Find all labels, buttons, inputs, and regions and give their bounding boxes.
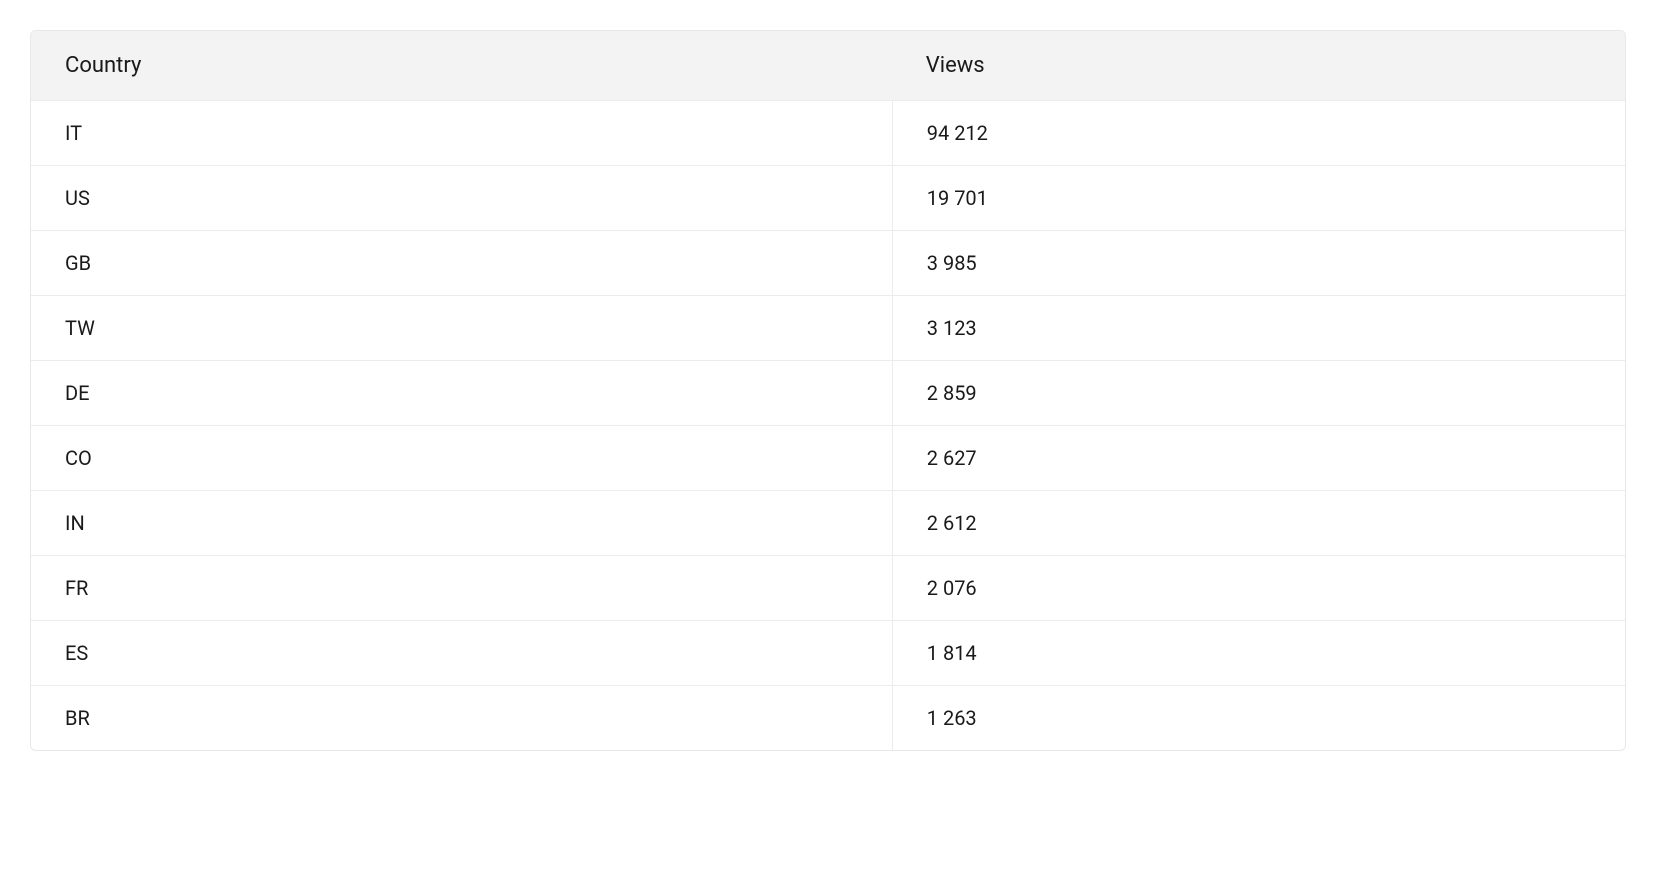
table-row: CO 2 627	[31, 425, 1625, 490]
table-row: TW 3 123	[31, 295, 1625, 360]
cell-country: IN	[31, 491, 892, 555]
cell-views: 3 985	[892, 231, 1625, 295]
cell-views: 1 263	[892, 686, 1625, 750]
cell-views: 2 627	[892, 426, 1625, 490]
cell-views: 1 814	[892, 621, 1625, 685]
cell-views: 2 612	[892, 491, 1625, 555]
cell-country: TW	[31, 296, 892, 360]
table-row: GB 3 985	[31, 230, 1625, 295]
cell-country: IT	[31, 101, 892, 165]
cell-country: BR	[31, 686, 892, 750]
table-row: IN 2 612	[31, 490, 1625, 555]
table-row: FR 2 076	[31, 555, 1625, 620]
cell-country: US	[31, 166, 892, 230]
cell-country: DE	[31, 361, 892, 425]
cell-views: 3 123	[892, 296, 1625, 360]
table-row: ES 1 814	[31, 620, 1625, 685]
table-row: DE 2 859	[31, 360, 1625, 425]
table-body: IT 94 212 US 19 701 GB 3 985 TW 3 123 DE…	[31, 100, 1625, 750]
cell-country: FR	[31, 556, 892, 620]
cell-country: ES	[31, 621, 892, 685]
cell-country: CO	[31, 426, 892, 490]
table-row: US 19 701	[31, 165, 1625, 230]
table-row: BR 1 263	[31, 685, 1625, 750]
cell-views: 2 076	[892, 556, 1625, 620]
cell-views: 94 212	[892, 101, 1625, 165]
header-country[interactable]: Country	[31, 31, 892, 100]
cell-country: GB	[31, 231, 892, 295]
table-row: IT 94 212	[31, 100, 1625, 165]
table-header: Country Views	[31, 31, 1625, 100]
cell-views: 2 859	[892, 361, 1625, 425]
cell-views: 19 701	[892, 166, 1625, 230]
country-views-table: Country Views IT 94 212 US 19 701 GB 3 9…	[30, 30, 1626, 751]
header-views[interactable]: Views	[892, 31, 1625, 100]
